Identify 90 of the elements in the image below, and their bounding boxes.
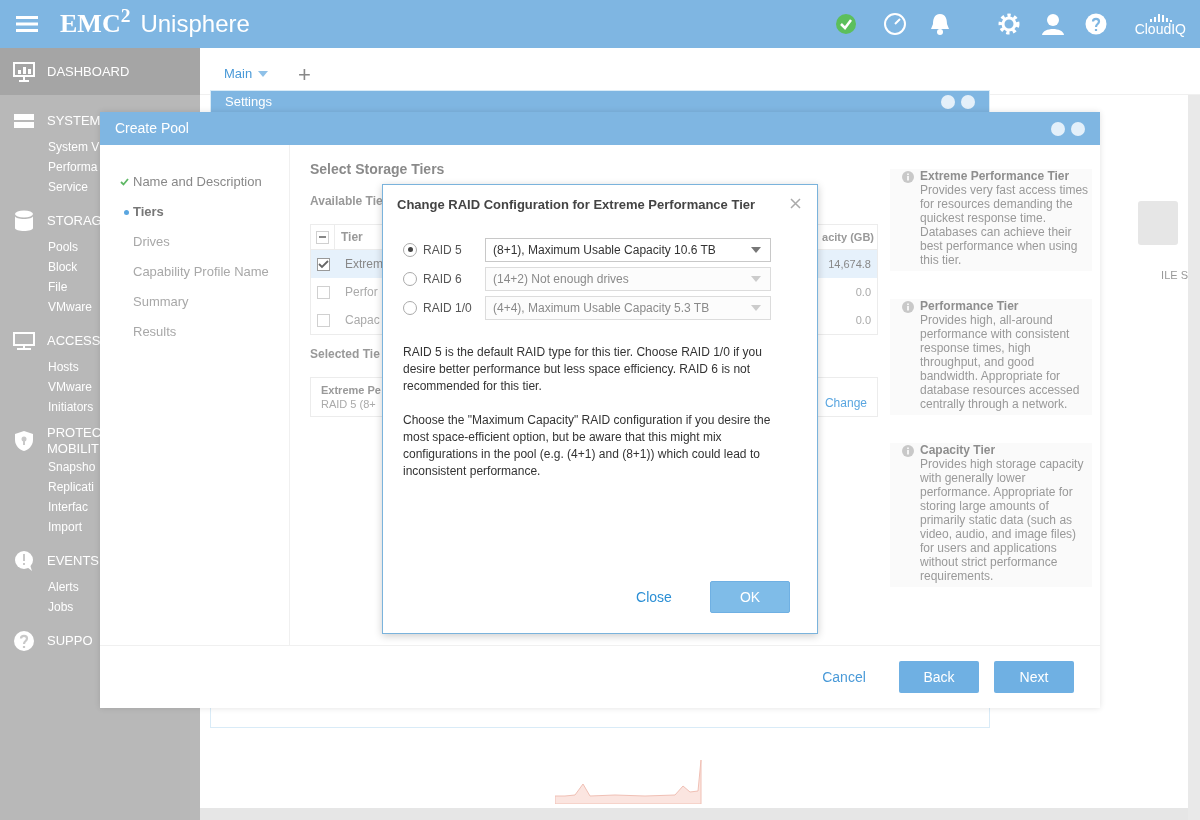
tier-info-title: Extreme Performance Tier <box>920 169 1071 183</box>
nav-item[interactable]: Block <box>48 257 98 277</box>
checkbox[interactable] <box>316 313 330 327</box>
help-paragraph: Choose the "Maximum Capacity" RAID configuration if you desire the most space-efficient option, but be aware that this might mix configurations in the pool (e.g. (4+1) and (8+1)) which could lead to inconsistent performance. <box>403 411 772 480</box>
menu-icon[interactable] <box>16 16 38 32</box>
nav-section[interactable]: STORAG <box>0 205 98 237</box>
caret-icon <box>751 246 761 253</box>
monitor-icon <box>12 61 35 82</box>
wizard-step: Drives <box>133 232 170 252</box>
vertical-scrollbar[interactable] <box>1188 95 1200 820</box>
raid-select[interactable]: (8+1), Maximum Usable Capacity 10.6 TB <box>485 237 771 262</box>
tier-info-text: Provides very fast access times for resources demanding the quickest response time. Databases can achieve their best performance when using this tier. <box>920 183 1090 267</box>
subheading: Available Tie <box>310 193 383 210</box>
nav-item[interactable]: Snapsho <box>48 457 98 477</box>
nav-item[interactable]: File <box>48 277 98 297</box>
nav-item[interactable]: Initiators <box>48 397 98 417</box>
cloudiq-label[interactable]: CloudIQ <box>1134 21 1186 36</box>
gauge-icon[interactable] <box>882 12 907 36</box>
panel-label: ILE S <box>1161 268 1188 283</box>
nav-section[interactable]: EVENTS <box>0 545 98 577</box>
column-header[interactable]: Tier <box>341 228 363 246</box>
nav-item[interactable]: Import <box>48 517 98 537</box>
network-icon <box>12 332 35 350</box>
table-cell-text: Perfor <box>345 284 378 301</box>
settings-icon[interactable] <box>996 12 1021 36</box>
wizard-button[interactable]: Next <box>994 661 1074 693</box>
ok-button[interactable]: OK <box>710 581 790 613</box>
nav-item[interactable]: VMware <box>48 297 98 317</box>
wizard-button[interactable]: Back <box>899 661 979 693</box>
wizard-step: Name and Description <box>133 172 262 192</box>
caret-icon <box>751 304 761 311</box>
wizard-step: Capability Profile Name <box>133 262 269 282</box>
window-title: Settings <box>225 95 272 109</box>
checkbox[interactable] <box>316 257 330 271</box>
wizard-step: Summary <box>133 292 189 312</box>
add-tab-button[interactable]: + <box>298 64 311 86</box>
table-cell-text: 0.0 <box>855 284 871 300</box>
horizontal-scrollbar[interactable] <box>200 808 1188 820</box>
close-button[interactable]: Close <box>614 581 694 613</box>
tier-info-title: Capacity Tier <box>920 443 997 457</box>
alert-bubble-icon <box>12 550 35 572</box>
checkbox[interactable] <box>316 230 329 244</box>
wizard-step: Tiers <box>133 202 164 222</box>
checkbox[interactable] <box>316 285 330 299</box>
nav-item[interactable]: VMware <box>48 377 98 397</box>
app-title: Unisphere <box>140 12 250 36</box>
column-header[interactable]: acity (GB) <box>822 228 874 246</box>
nav-section[interactable]: SUPPO <box>0 625 98 657</box>
caret-icon <box>258 71 269 77</box>
window-title: Create Pool <box>115 119 189 138</box>
nav-section[interactable]: DASHBOARD <box>0 48 200 95</box>
nav-section[interactable]: ACCESS <box>0 325 98 357</box>
wizard-step: Results <box>133 322 177 342</box>
check-circle-icon[interactable] <box>834 13 857 35</box>
nav-item[interactable]: System V <box>48 137 98 157</box>
tier-info-text: Provides high, all-around performance with consistent response times, high throughput, and good bandwidth. Appropriate for database resources accessed centrally through a network. <box>920 313 1081 411</box>
check-icon <box>120 178 129 186</box>
dialog-title: Change RAID Configuration for Extreme Performance Tier <box>397 196 756 214</box>
nav-item[interactable]: Jobs <box>48 597 98 617</box>
radio-button[interactable] <box>403 242 417 257</box>
table-cell-text: 14,674.8 <box>828 256 871 272</box>
table-cell-text: Capac <box>345 312 380 329</box>
tier-name: Extreme Pe <box>321 383 381 397</box>
section-heading: Select Storage Tiers <box>310 160 445 179</box>
help-paragraph: RAID 5 is the default RAID type for this tier. Choose RAID 1/0 if you desire better performance but less space efficiency. RAID 6 is not recommended for this tier. <box>403 343 763 395</box>
server-icon <box>12 113 35 129</box>
nav-section[interactable]: PROTEC MOBILIT <box>0 425 98 457</box>
nav-item[interactable]: Pools <box>48 237 98 257</box>
cancel-button[interactable]: Cancel <box>804 666 884 688</box>
nav-section[interactable]: SYSTEM <box>0 105 98 137</box>
caret-icon <box>751 275 761 282</box>
nav-item[interactable]: Interfac <box>48 497 98 517</box>
nav-item[interactable]: Hosts <box>48 357 98 377</box>
database-icon <box>13 210 34 232</box>
table-cell-text: Extrem <box>345 256 383 273</box>
user-icon[interactable] <box>1040 13 1065 35</box>
nav-item[interactable]: Service <box>48 177 98 197</box>
table-cell-text: 0.0 <box>855 312 871 328</box>
radio-label[interactable]: RAID 5 <box>423 240 485 259</box>
bell-icon[interactable] <box>928 12 951 36</box>
nav-item[interactable]: Alerts <box>48 577 98 597</box>
tier-detail: RAID 5 (8+ <box>321 397 377 411</box>
subheading: Selected Tie <box>310 346 380 363</box>
nav-item[interactable]: Performa <box>48 157 98 177</box>
tier-info-text: Provides high storage capacity with generally lower performance. Appropriate for storing large amounts of primarily static data (such as video, audio, and image files) for users and applications without strict performance requirements. <box>920 457 1085 583</box>
change-link[interactable]: Change <box>824 394 867 412</box>
shield-icon <box>13 430 34 452</box>
tier-info-title: Performance Tier <box>920 299 1020 313</box>
logo: EMC$^{2}$ <box>60 11 131 37</box>
nav-item[interactable]: Replicati <box>48 477 98 497</box>
